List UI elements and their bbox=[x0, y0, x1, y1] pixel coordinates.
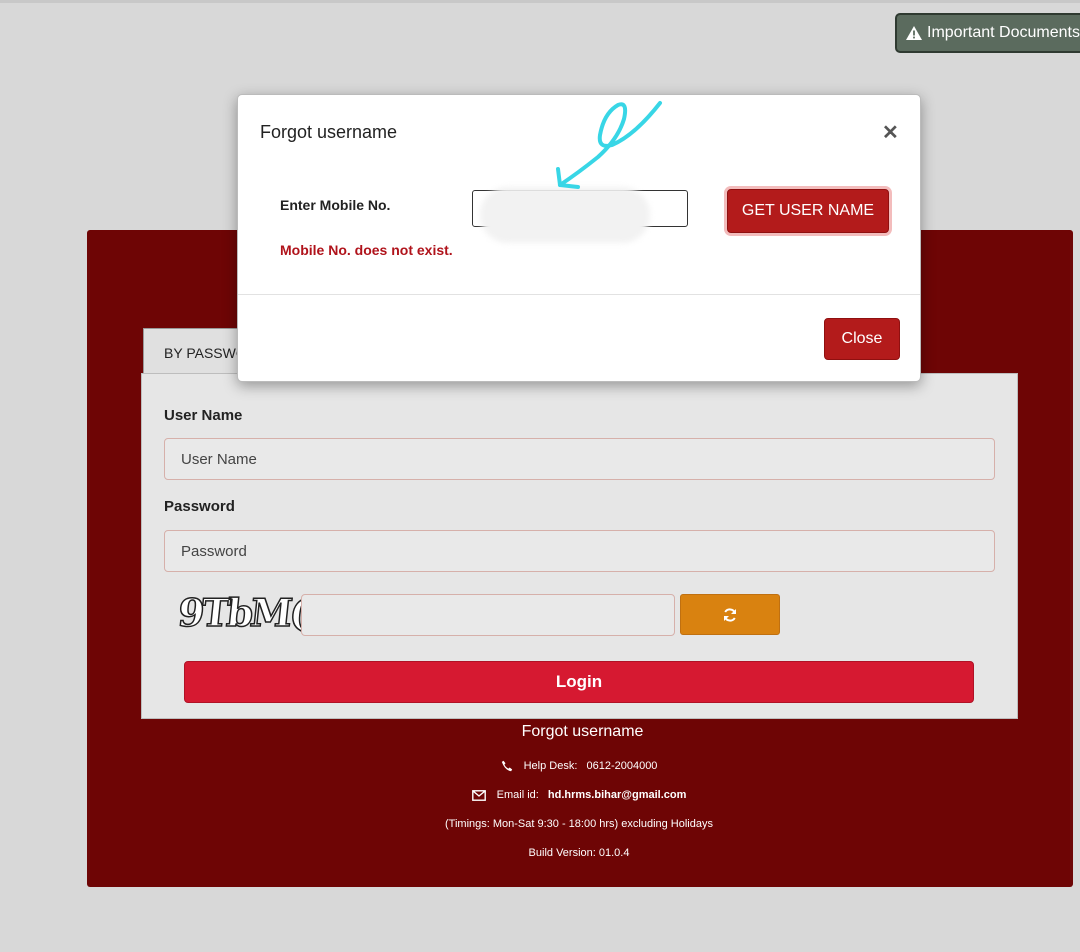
mobile-number-label: Enter Mobile No. bbox=[280, 197, 391, 213]
captcha-image: 9TbM( bbox=[175, 589, 308, 636]
password-label: Password bbox=[164, 498, 235, 515]
email-label: Email id: bbox=[496, 789, 539, 801]
close-icon[interactable]: ✕ bbox=[882, 120, 899, 145]
get-username-button[interactable]: GET USER NAME bbox=[727, 189, 889, 233]
captcha-refresh-button[interactable] bbox=[680, 594, 780, 635]
timings-text: (Timings: Mon-Sat 9:30 - 18:00 hrs) excl… bbox=[445, 818, 713, 830]
error-message: Mobile No. does not exist. bbox=[280, 242, 453, 258]
modal-title: Forgot username bbox=[260, 122, 398, 142]
help-desk-line: Help Desk: 0612-2004000 bbox=[0, 760, 1080, 772]
email-value[interactable]: hd.hrms.bihar@gmail.com bbox=[548, 789, 686, 801]
important-documents-button[interactable]: Important Documents bbox=[895, 13, 1080, 53]
help-desk-label: Help Desk: bbox=[523, 760, 578, 772]
password-input[interactable] bbox=[164, 530, 995, 572]
build-version-text: Build Version: 01.0.4 bbox=[528, 847, 630, 859]
redaction-blur bbox=[480, 187, 650, 243]
login-button[interactable]: Login bbox=[184, 661, 974, 703]
refresh-icon bbox=[724, 607, 736, 622]
email-line: Email id: hd.hrms.bihar@gmail.com bbox=[0, 789, 1080, 801]
username-input[interactable] bbox=[164, 438, 995, 480]
captcha-input[interactable] bbox=[301, 594, 675, 636]
warning-triangle-icon bbox=[906, 26, 922, 40]
envelope-icon bbox=[471, 789, 486, 801]
modal-divider bbox=[238, 294, 920, 295]
modal-close-button[interactable]: Close bbox=[824, 318, 900, 360]
important-documents-label: Important Documents bbox=[927, 24, 1080, 41]
top-border bbox=[0, 0, 1080, 3]
phone-icon bbox=[501, 760, 512, 772]
forgot-username-link[interactable]: Forgot username bbox=[0, 723, 1080, 741]
help-desk-number: 0612-2004000 bbox=[586, 760, 658, 772]
username-label: User Name bbox=[164, 407, 243, 424]
annotation-arrow-icon bbox=[556, 101, 662, 189]
